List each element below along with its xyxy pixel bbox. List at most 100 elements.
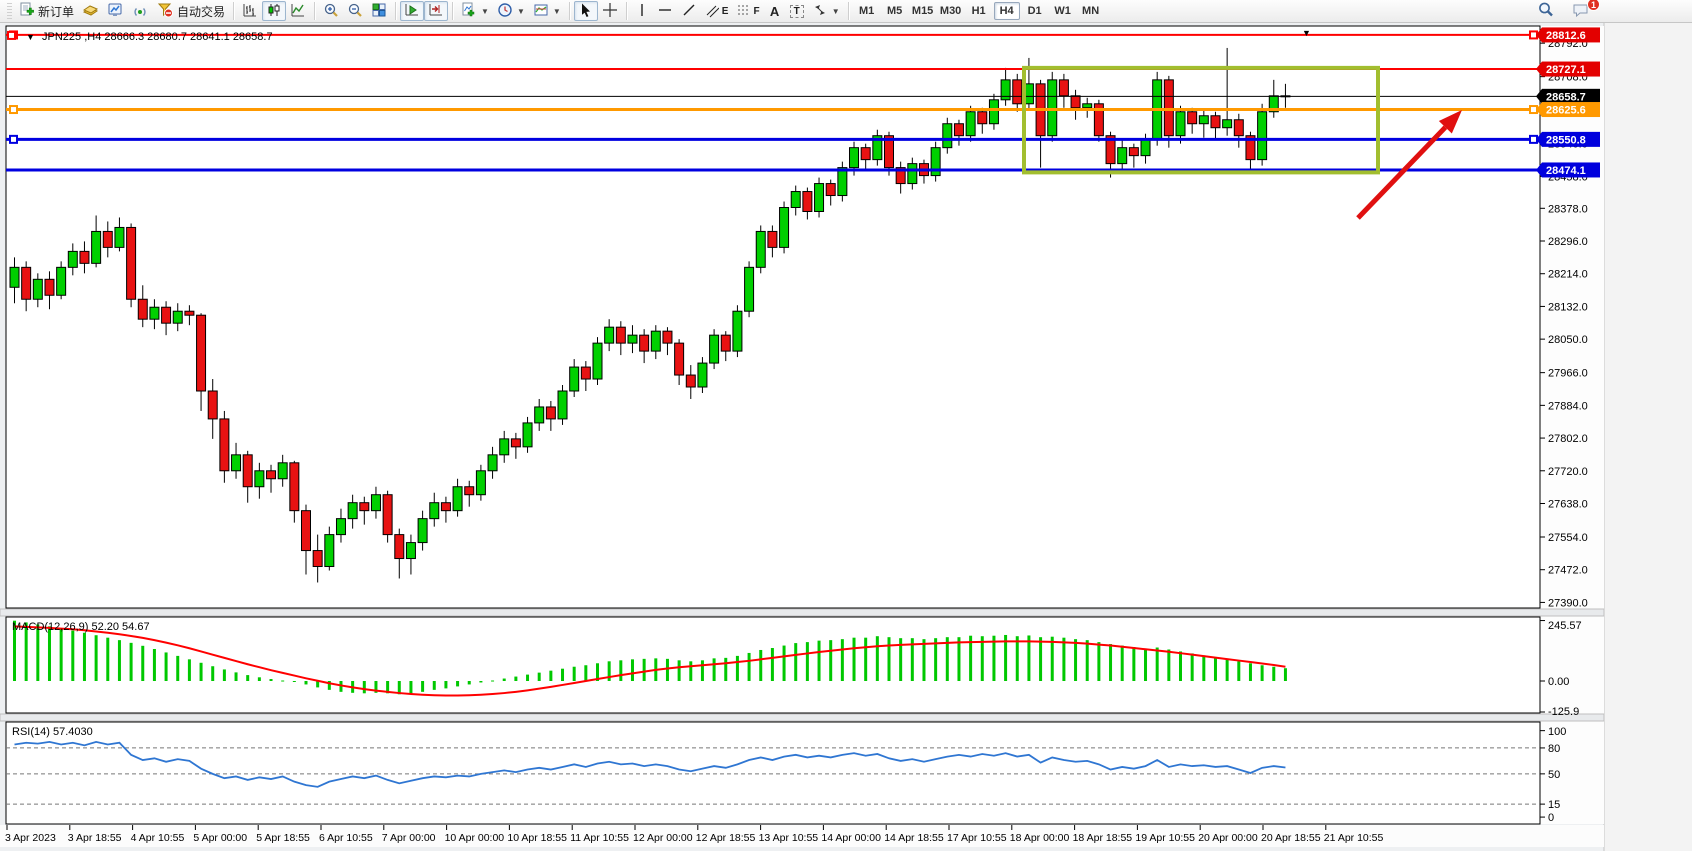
macd-bar [643, 659, 646, 681]
search-button[interactable] [1533, 1, 1558, 21]
new-order-button[interactable]: 新订单 [15, 1, 78, 21]
candle-body [173, 311, 182, 323]
macd-bar [1272, 667, 1275, 681]
zoom-out-icon [347, 2, 363, 21]
candle-body [943, 124, 952, 148]
toolbar-grip[interactable] [7, 3, 12, 19]
line-chart-button[interactable] [286, 1, 310, 21]
zoom-in-button[interactable] [319, 1, 343, 21]
line-handle[interactable] [1530, 106, 1537, 113]
macd-bar [678, 660, 681, 681]
timeframe-mn[interactable]: MN [1078, 2, 1104, 20]
macd-bar [806, 642, 809, 681]
new-chart-dropdown[interactable]: ▼ [457, 1, 493, 21]
price-axis-label: 27966.0 [1548, 368, 1588, 380]
time-axis-label: 7 Apr 00:00 [382, 832, 436, 844]
chevron-down-icon: ▼ [832, 7, 840, 16]
rsi-label: RSI(14) 57.4030 [12, 726, 93, 738]
macd-bar [864, 638, 867, 681]
period-dropdown[interactable]: ▼ [493, 1, 529, 21]
chart-shift-button[interactable] [424, 1, 448, 21]
macd-bar [188, 659, 191, 681]
line-handle[interactable] [1530, 31, 1537, 38]
pane-splitter[interactable] [0, 714, 1604, 721]
time-axis-label: 10 Apr 00:00 [445, 832, 505, 844]
fibonacci-icon [736, 2, 750, 21]
template-dropdown[interactable]: ▼ [529, 1, 565, 21]
trendline-tool[interactable] [677, 1, 701, 21]
chat-button[interactable]: 1 [1568, 1, 1594, 21]
macd-bar [305, 681, 308, 684]
macd-bar [724, 658, 727, 681]
line-handle[interactable] [10, 106, 17, 113]
candle-body [45, 279, 54, 295]
macd-bar [1226, 659, 1229, 681]
navigator-button[interactable] [103, 1, 128, 21]
cursor-tool-button[interactable] [574, 1, 598, 21]
channel-letter: E [722, 6, 729, 17]
market-watch-button[interactable] [78, 1, 103, 21]
vertical-line-tool[interactable] [631, 1, 653, 21]
time-axis-label: 14 Apr 00:00 [821, 832, 881, 844]
price-pane[interactable] [6, 26, 1540, 608]
macd-bar [456, 681, 459, 686]
signals-button[interactable] [128, 1, 153, 21]
candle-body [535, 407, 544, 423]
timeframe-d1[interactable]: D1 [1022, 2, 1048, 20]
macd-bar [631, 659, 634, 681]
time-axis-label: 12 Apr 00:00 [633, 832, 693, 844]
price-axis-label: 27554.0 [1548, 532, 1588, 544]
rsi-pane[interactable] [6, 722, 1540, 824]
candle-body [500, 439, 509, 455]
line-chart-icon [290, 2, 306, 21]
equidistant-channel-tool[interactable]: E [701, 1, 733, 21]
auto-trading-button[interactable]: 自动交易 [153, 1, 229, 21]
line-handle[interactable] [8, 32, 15, 39]
macd-bar [153, 649, 156, 681]
crosshair-tool-button[interactable] [598, 1, 622, 21]
price-tag-value: 28727.1 [1546, 64, 1586, 76]
candle-body [756, 231, 765, 267]
chart-canvas[interactable]: ▼JPN225 ,H4 28666.3 28680.7 28641.1 2865… [0, 0, 1692, 851]
bar-chart-button[interactable] [238, 1, 262, 21]
fibonacci-tool[interactable]: F [732, 1, 763, 21]
auto-scroll-button[interactable] [400, 1, 424, 21]
macd-bar [1191, 653, 1194, 681]
macd-axis-label: -125.9 [1548, 706, 1579, 718]
auto-scroll-icon [404, 2, 420, 21]
timeframe-m30[interactable]: M30 [938, 2, 964, 20]
candle-body [220, 419, 229, 471]
candle-body [1118, 148, 1127, 164]
candlestick-chart-button[interactable] [262, 1, 286, 21]
line-handle[interactable] [10, 136, 17, 143]
macd-bar [200, 663, 203, 681]
timeframe-m15[interactable]: M15 [910, 2, 936, 20]
text-label-tool[interactable]: T [786, 1, 808, 21]
horizontal-line-tool[interactable] [653, 1, 677, 21]
mdi-background [1604, 23, 1692, 851]
candle-body [150, 307, 159, 319]
timeframe-m1[interactable]: M1 [854, 2, 880, 20]
arrows-dropdown[interactable]: ▼ [808, 1, 844, 21]
tile-windows-button[interactable] [367, 1, 391, 21]
timeframe-h4[interactable]: H4 [994, 2, 1020, 20]
candle-body [395, 535, 404, 559]
candle-body [197, 315, 206, 391]
timeframe-m5[interactable]: M5 [882, 2, 908, 20]
macd-bar [1249, 663, 1252, 681]
macd-bar [503, 679, 506, 681]
pane-splitter[interactable] [0, 609, 1604, 616]
clock-icon [497, 2, 513, 21]
time-axis-label: 14 Apr 18:55 [884, 832, 944, 844]
macd-bar [468, 681, 471, 684]
timeframe-h1[interactable]: H1 [966, 2, 992, 20]
zoom-out-button[interactable] [343, 1, 367, 21]
candle-body [978, 112, 987, 124]
macd-bar [48, 626, 51, 681]
line-handle[interactable] [1530, 136, 1537, 143]
macd-bar [363, 681, 366, 693]
text-tool[interactable]: A [764, 1, 786, 21]
price-tag-value: 28658.7 [1546, 91, 1586, 103]
timeframe-w1[interactable]: W1 [1050, 2, 1076, 20]
macd-bar [258, 677, 261, 681]
